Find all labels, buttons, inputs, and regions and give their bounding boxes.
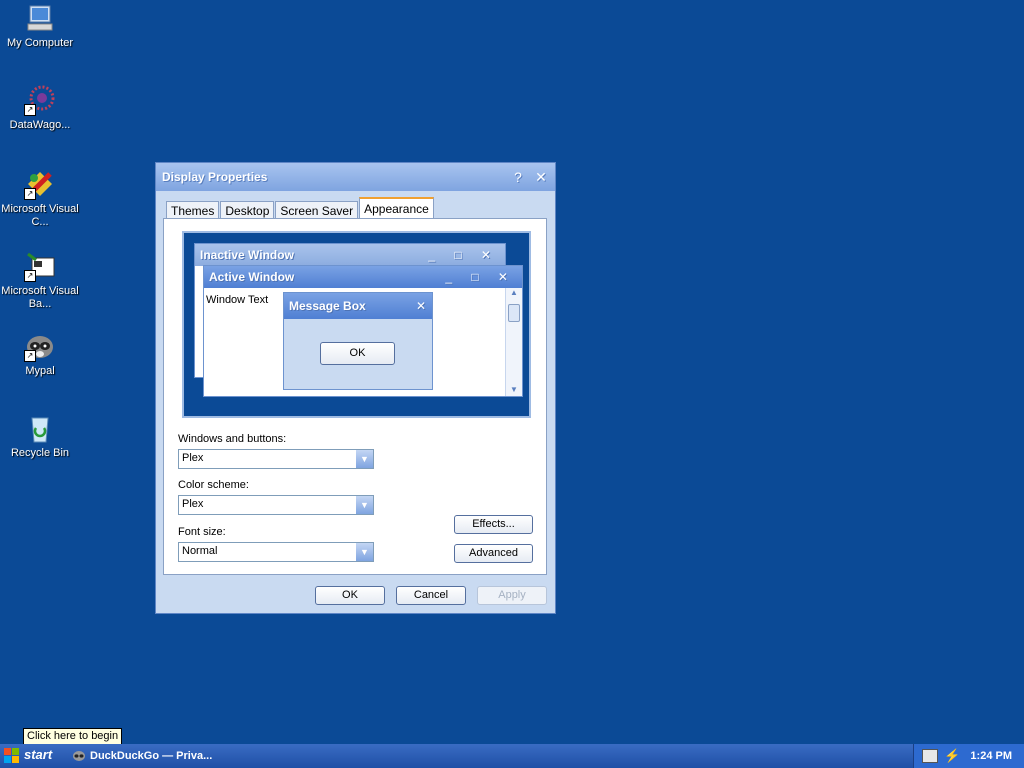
start-tooltip: Click here to begin: [23, 728, 123, 745]
preview-message-title: Message Box: [289, 299, 366, 313]
preview-window-buttons-icon: _ □ ✕: [445, 270, 516, 284]
desktop-icon-label: Recycle Bin: [10, 447, 70, 459]
raccoon-icon: ↗: [24, 330, 56, 362]
desktop-icon-visual-c[interactable]: ↗ Microsoft Visual C...: [0, 168, 80, 229]
taskbar-item-label: DuckDuckGo — Priva...: [90, 750, 213, 762]
preview-scrollbar: ▲ ▼: [505, 288, 522, 396]
desktop-icon-visual-basic[interactable]: ↗ Microsoft Visual Ba...: [0, 250, 80, 311]
start-button[interactable]: start: [0, 744, 64, 768]
apply-button[interactable]: Apply: [477, 586, 547, 605]
keyboard-icon[interactable]: [922, 749, 938, 763]
preview-inactive-titlebar: Inactive Window _ □ ✕: [195, 244, 505, 266]
appearance-panel: Inactive Window _ □ ✕ Active Window _ □ …: [163, 218, 547, 575]
windows-logo-icon: [4, 748, 19, 763]
desktop-icon-label: DataWago...: [9, 119, 71, 131]
windows-buttons-label: Windows and buttons:: [178, 433, 287, 445]
network-icon[interactable]: ⚡: [944, 748, 960, 764]
chevron-down-icon[interactable]: ▼: [356, 450, 373, 468]
preview-window-text: Window Text: [206, 294, 269, 306]
desktop-icon-label: Mypal: [25, 365, 55, 377]
close-icon: ✕: [415, 299, 426, 313]
shortcut-arrow-icon: ↗: [24, 104, 36, 116]
preview-message-titlebar: Message Box ✕: [284, 293, 432, 319]
shortcut-arrow-icon: ↗: [24, 270, 36, 282]
taskbar: start DuckDuckGo — Priva... ⚡ 1:24 PM: [0, 744, 1024, 768]
display-properties-dialog: Display Properties ? ✕ Themes Desktop Scre…: [155, 162, 556, 614]
datawago-icon: ↗: [24, 84, 56, 116]
dialog-titlebar[interactable]: Display Properties ? ✕: [156, 163, 555, 191]
computer-icon: [24, 2, 56, 34]
preview-inactive-title: Inactive Window: [200, 248, 294, 262]
desktop-icon-mypal[interactable]: ↗ Mypal: [0, 330, 80, 378]
font-size-select[interactable]: Normal ▼: [178, 542, 374, 562]
windows-buttons-value: Plex: [182, 452, 204, 464]
scroll-up-icon: ▲: [510, 288, 518, 297]
font-size-value: Normal: [182, 545, 218, 557]
desktop-icon-label: Microsoft Visual Ba...: [1, 285, 79, 310]
chevron-down-icon[interactable]: ▼: [356, 543, 373, 561]
desktop-icon-label: Microsoft Visual C...: [1, 203, 79, 228]
preview-ok-button: OK: [320, 342, 395, 365]
preview-window-buttons-icon: _ □ ✕: [428, 248, 499, 262]
font-size-label: Font size:: [178, 526, 226, 538]
scroll-down-icon: ▼: [510, 385, 518, 394]
color-scheme-select[interactable]: Plex ▼: [178, 495, 374, 515]
preview-active-titlebar: Active Window _ □ ✕: [204, 266, 522, 288]
raccoon-icon: [73, 751, 85, 761]
preview-active-title: Active Window: [209, 270, 295, 284]
clock[interactable]: 1:24 PM: [970, 744, 1012, 768]
visual-c-icon: ↗: [24, 168, 56, 200]
close-button[interactable]: ✕: [532, 168, 550, 186]
color-scheme-value: Plex: [182, 498, 204, 510]
scroll-thumb: [508, 304, 520, 322]
shortcut-arrow-icon: ↗: [24, 188, 36, 200]
taskbar-item-duckduckgo[interactable]: DuckDuckGo — Priva...: [70, 746, 220, 766]
desktop-icon-datawago[interactable]: ↗ DataWago...: [0, 84, 80, 132]
windows-buttons-select[interactable]: Plex ▼: [178, 449, 374, 469]
advanced-button[interactable]: Advanced: [454, 544, 533, 563]
help-button[interactable]: ?: [509, 168, 527, 186]
appearance-preview: Inactive Window _ □ ✕ Active Window _ □ …: [182, 231, 531, 418]
color-scheme-label: Color scheme:: [178, 479, 249, 491]
system-tray: ⚡ 1:24 PM: [913, 744, 1024, 768]
tab-strip: Themes Desktop Screen Saver Appearance: [166, 197, 435, 220]
preview-message-box: Message Box ✕ OK: [283, 292, 433, 390]
desktop-icon-my-computer[interactable]: My Computer: [0, 2, 80, 50]
cancel-button[interactable]: Cancel: [396, 586, 466, 605]
dialog-title: Display Properties: [162, 170, 268, 184]
desktop-icon-label: My Computer: [6, 37, 74, 49]
chevron-down-icon[interactable]: ▼: [356, 496, 373, 514]
tab-appearance[interactable]: Appearance: [359, 197, 434, 220]
start-label: start: [24, 747, 53, 762]
desktop-icon-recycle-bin[interactable]: Recycle Bin: [0, 412, 80, 460]
shortcut-arrow-icon: ↗: [24, 350, 36, 362]
visual-basic-icon: ↗: [24, 250, 56, 282]
recycle-bin-icon: [24, 412, 56, 444]
effects-button[interactable]: Effects...: [454, 515, 533, 534]
ok-button[interactable]: OK: [315, 586, 385, 605]
